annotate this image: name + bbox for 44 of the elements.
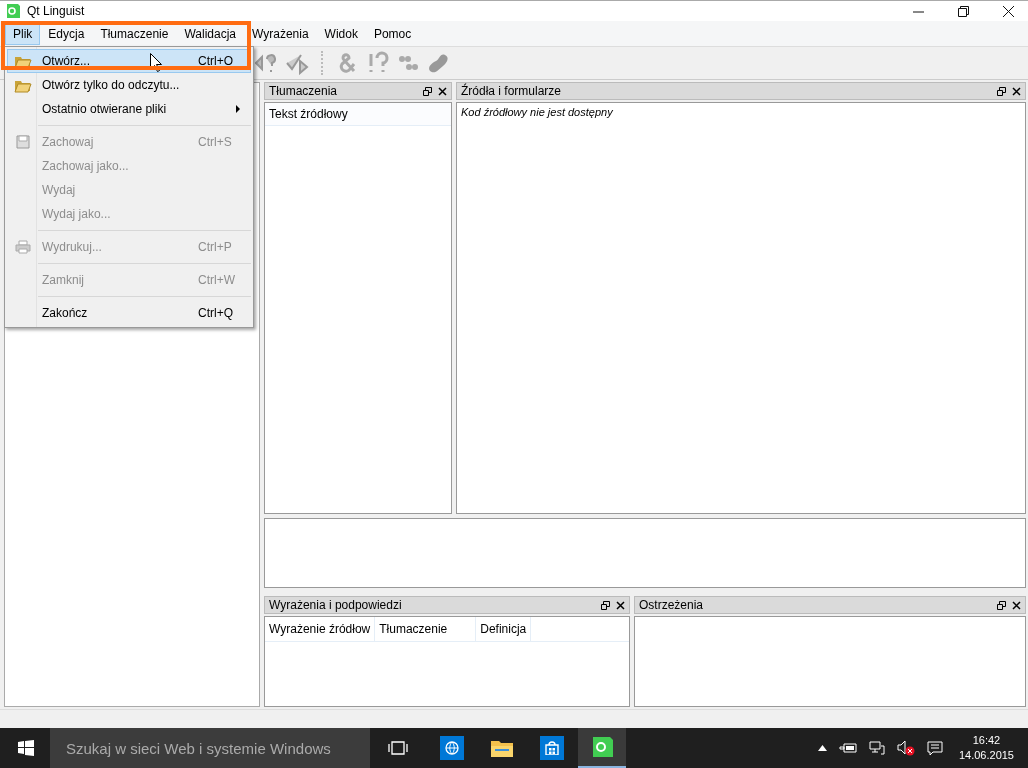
- window-title: Qt Linguist: [27, 4, 85, 18]
- restore-icon[interactable]: [958, 5, 969, 17]
- qt-app-icon[interactable]: [578, 728, 626, 768]
- dock-title: Źródła i formularze: [461, 84, 562, 98]
- float-icon[interactable]: [997, 600, 1006, 610]
- menu-item[interactable]: Ostatnio otwierane pliki: [7, 97, 251, 121]
- dock-title: Tłumaczenia: [269, 84, 338, 98]
- menu-item[interactable]: Zakończ Ctrl+Q: [7, 301, 251, 325]
- menu-item[interactable]: Otwórz tylko do odczytu...: [7, 73, 251, 97]
- notification-icon[interactable]: [926, 740, 943, 756]
- clock-date[interactable]: 14.06.2015: [958, 748, 1014, 763]
- dock-title: Ostrzeżenia: [639, 598, 704, 612]
- mouse-pointer-icon: [150, 53, 162, 72]
- task-view-icon[interactable]: [388, 741, 408, 755]
- menu-bar-item[interactable]: Tłumaczenie: [92, 22, 177, 45]
- float-icon[interactable]: [997, 86, 1006, 96]
- menu-bar-item[interactable]: Edycja: [40, 22, 93, 45]
- float-icon[interactable]: [601, 600, 610, 610]
- dock-title: Wyrażenia i podpowiedzi: [269, 598, 402, 612]
- menu-bar-item[interactable]: Widok: [316, 22, 366, 45]
- windows-logo-icon[interactable]: [18, 740, 34, 756]
- menu-bar-item[interactable]: Walidacja: [176, 22, 244, 45]
- clock-time[interactable]: 16:42: [972, 733, 1001, 748]
- network-icon[interactable]: [868, 741, 885, 755]
- close-icon[interactable]: [1012, 600, 1021, 610]
- printer-icon: [15, 240, 31, 254]
- source-message: Kod źródłowy nie jest dostępny: [460, 105, 614, 120]
- float-icon[interactable]: [423, 86, 432, 96]
- battery-icon[interactable]: [838, 742, 857, 754]
- menu-bar-item[interactable]: Pomoc: [365, 22, 420, 45]
- column-header[interactable]: Tłumaczenie: [375, 617, 477, 641]
- submenu-arrow-icon: [236, 105, 240, 113]
- column-header[interactable]: Wyrażenie źródłow: [265, 617, 376, 641]
- menu-bar-item[interactable]: Wyrażenia: [244, 22, 317, 45]
- column-header[interactable]: Tekst źródłowy: [265, 103, 451, 126]
- column-header[interactable]: Definicja: [476, 617, 532, 641]
- close-icon[interactable]: [438, 86, 447, 96]
- caret-up-icon[interactable]: [817, 745, 827, 751]
- close-icon[interactable]: [616, 600, 625, 610]
- search-field[interactable]: Szukaj w sieci Web i systemie Windows: [50, 728, 370, 768]
- close-icon[interactable]: [1003, 5, 1014, 17]
- speaker-muted-icon[interactable]: [896, 740, 915, 756]
- close-icon[interactable]: [1012, 86, 1021, 96]
- help-arrow-icon[interactable]: [255, 51, 279, 75]
